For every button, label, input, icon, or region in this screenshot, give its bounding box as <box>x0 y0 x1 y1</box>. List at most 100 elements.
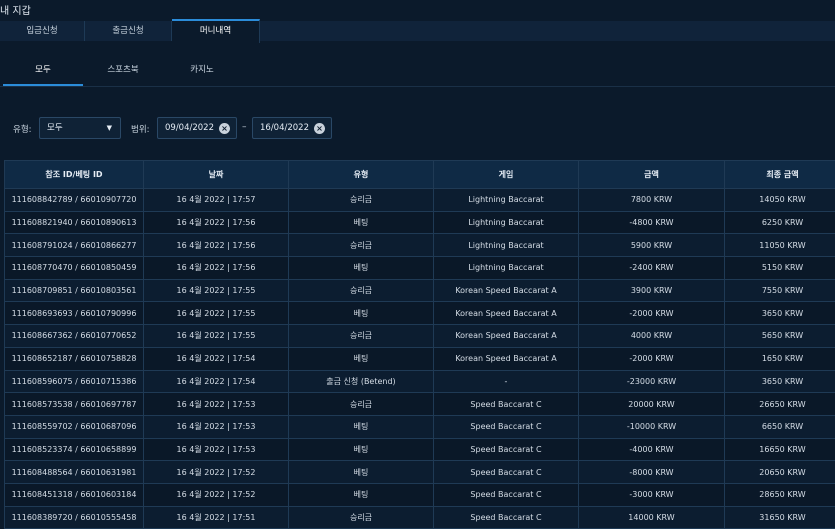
cell-amount: -4800 KRW <box>578 210 725 235</box>
clear-icon[interactable]: × <box>314 123 325 134</box>
cell-ref-id: 111608791024 / 66010866277 <box>4 233 144 258</box>
type-select[interactable]: 모두 ▼ <box>39 117 121 139</box>
main-tabs: 입금신청 출금신청 머니내역 <box>0 19 835 43</box>
cell-amount: 14000 KRW <box>578 505 725 529</box>
date-from-input[interactable]: 09/04/2022 × <box>157 117 237 139</box>
cell-type: 베팅 <box>288 210 434 235</box>
cell-type: 승리금 <box>288 324 434 348</box>
clear-icon[interactable]: × <box>219 123 230 134</box>
col-type[interactable]: 유형 <box>288 160 434 189</box>
cell-final-amount: 16650 KRW <box>724 437 835 462</box>
cell-game: Lightning Baccarat <box>433 233 579 258</box>
date-to-value: 16/04/2022 <box>260 123 309 133</box>
cell-type: 승리금 <box>288 505 434 529</box>
col-ref-id[interactable]: 참조 ID/베팅 ID <box>4 160 144 189</box>
col-game[interactable]: 게임 <box>433 160 579 189</box>
cell-ref-id: 111608389720 / 66010555458 <box>4 505 144 529</box>
cell-type: 승리금 <box>288 278 434 303</box>
col-final-amount[interactable]: 최종 금액 <box>724 160 835 189</box>
cell-date: 16 4월 2022 | 17:53 <box>143 414 289 439</box>
cell-ref-id: 111608770470 / 66010850459 <box>4 256 144 280</box>
cell-ref-id: 111608709851 / 66010803561 <box>4 278 144 303</box>
cell-type: 베팅 <box>288 482 434 507</box>
date-to-input[interactable]: 16/04/2022 × <box>252 117 332 139</box>
cell-type: 출금 신청 (Betend) <box>288 369 434 394</box>
cell-game: Speed Baccarat C <box>433 392 579 416</box>
table-row: 111608451318 / 66010603184 16 4월 2022 | 1… <box>4 482 835 507</box>
cell-date: 16 4월 2022 | 17:55 <box>143 301 289 326</box>
cell-date: 16 4월 2022 | 17:55 <box>143 324 289 348</box>
cell-date: 16 4월 2022 | 17:51 <box>143 505 289 529</box>
subtab-all[interactable]: 모두 <box>3 56 83 86</box>
table-body: 111608842789 / 66010907720 16 4월 2022 | 1… <box>4 188 835 529</box>
type-filter-label: 유형: <box>13 125 32 135</box>
tab-withdraw[interactable]: 출금신청 <box>85 21 172 41</box>
cell-ref-id: 111608596075 / 66010715386 <box>4 369 144 394</box>
cell-game: Korean Speed Baccarat A <box>433 301 579 326</box>
table-row: 111608523374 / 66010658899 16 4월 2022 | 1… <box>4 437 835 462</box>
cell-type: 승리금 <box>288 188 434 212</box>
cell-amount: 5900 KRW <box>578 233 725 258</box>
cell-final-amount: 26650 KRW <box>724 392 835 416</box>
cell-game: Lightning Baccarat <box>433 188 579 212</box>
cell-amount: 4000 KRW <box>578 324 725 348</box>
subtab-sportsbook[interactable]: 스포츠북 <box>84 56 162 84</box>
table-row: 111608791024 / 66010866277 16 4월 2022 | 1… <box>4 233 835 258</box>
cell-type: 베팅 <box>288 437 434 462</box>
date-from-value: 09/04/2022 <box>165 123 214 133</box>
table-row: 111608488564 / 66010631981 16 4월 2022 | 1… <box>4 460 835 484</box>
filter-bar: 유형: 모두 ▼ 범위: 09/04/2022 × – 16/04/2022 × <box>0 117 835 141</box>
cell-amount: -2400 KRW <box>578 256 725 280</box>
table-row: 111608842789 / 66010907720 16 4월 2022 | 1… <box>4 188 835 212</box>
page-title: 내 지갑 <box>0 6 31 17</box>
cell-game: Lightning Baccarat <box>433 210 579 235</box>
cell-final-amount: 14050 KRW <box>724 188 835 212</box>
cell-date: 16 4월 2022 | 17:54 <box>143 346 289 371</box>
cell-amount: -3000 KRW <box>578 482 725 507</box>
cell-game: Speed Baccarat C <box>433 505 579 529</box>
table-row: 111608559702 / 66010687096 16 4월 2022 | 1… <box>4 414 835 439</box>
cell-ref-id: 111608488564 / 66010631981 <box>4 460 144 484</box>
table-row: 111608596075 / 66010715386 16 4월 2022 | 1… <box>4 369 835 394</box>
tab-deposit[interactable]: 입금신청 <box>0 21 85 41</box>
cell-ref-id: 111608451318 / 66010603184 <box>4 482 144 507</box>
cell-date: 16 4월 2022 | 17:52 <box>143 460 289 484</box>
table-row: 111608573538 / 66010697787 16 4월 2022 | 1… <box>4 392 835 416</box>
cell-game: Speed Baccarat C <box>433 460 579 484</box>
cell-game: Korean Speed Baccarat A <box>433 278 579 303</box>
cell-game: Speed Baccarat C <box>433 414 579 439</box>
cell-game: - <box>433 369 579 394</box>
cell-ref-id: 111608693693 / 66010790996 <box>4 301 144 326</box>
cell-final-amount: 28650 KRW <box>724 482 835 507</box>
col-amount[interactable]: 금액 <box>578 160 725 189</box>
cell-game: Korean Speed Baccarat A <box>433 346 579 371</box>
cell-final-amount: 11050 KRW <box>724 233 835 258</box>
cell-amount: 20000 KRW <box>578 392 725 416</box>
cell-amount: 7800 KRW <box>578 188 725 212</box>
col-date[interactable]: 날짜 <box>143 160 289 189</box>
cell-game: Korean Speed Baccarat A <box>433 324 579 348</box>
table-row: 111608667362 / 66010770652 16 4월 2022 | 1… <box>4 324 835 348</box>
cell-ref-id: 111608559702 / 66010687096 <box>4 414 144 439</box>
cell-date: 16 4월 2022 | 17:54 <box>143 369 289 394</box>
cell-type: 베팅 <box>288 414 434 439</box>
cell-amount: -8000 KRW <box>578 460 725 484</box>
cell-date: 16 4월 2022 | 17:56 <box>143 210 289 235</box>
table-header-row: 참조 ID/베팅 ID 날짜 유형 게임 금액 최종 금액 <box>4 160 835 189</box>
cell-type: 베팅 <box>288 256 434 280</box>
history-table-wrapper: 참조 ID/베팅 ID 날짜 유형 게임 금액 최종 금액 1116088427… <box>4 160 835 529</box>
cell-final-amount: 1650 KRW <box>724 346 835 371</box>
sub-tabs: 모두 스포츠북 카지노 <box>0 56 835 87</box>
cell-ref-id: 111608652187 / 66010758828 <box>4 346 144 371</box>
tab-money-history[interactable]: 머니내역 <box>172 19 260 43</box>
chevron-down-icon: ▼ <box>106 124 112 132</box>
date-range-separator: – <box>242 122 247 132</box>
cell-amount: 3900 KRW <box>578 278 725 303</box>
cell-date: 16 4월 2022 | 17:55 <box>143 278 289 303</box>
cell-ref-id: 111608523374 / 66010658899 <box>4 437 144 462</box>
cell-amount: -10000 KRW <box>578 414 725 439</box>
table-row: 111608821940 / 66010890613 16 4월 2022 | 1… <box>4 210 835 235</box>
cell-date: 16 4월 2022 | 17:56 <box>143 233 289 258</box>
table-row: 111608709851 / 66010803561 16 4월 2022 | 1… <box>4 278 835 303</box>
subtab-casino[interactable]: 카지노 <box>163 56 241 84</box>
